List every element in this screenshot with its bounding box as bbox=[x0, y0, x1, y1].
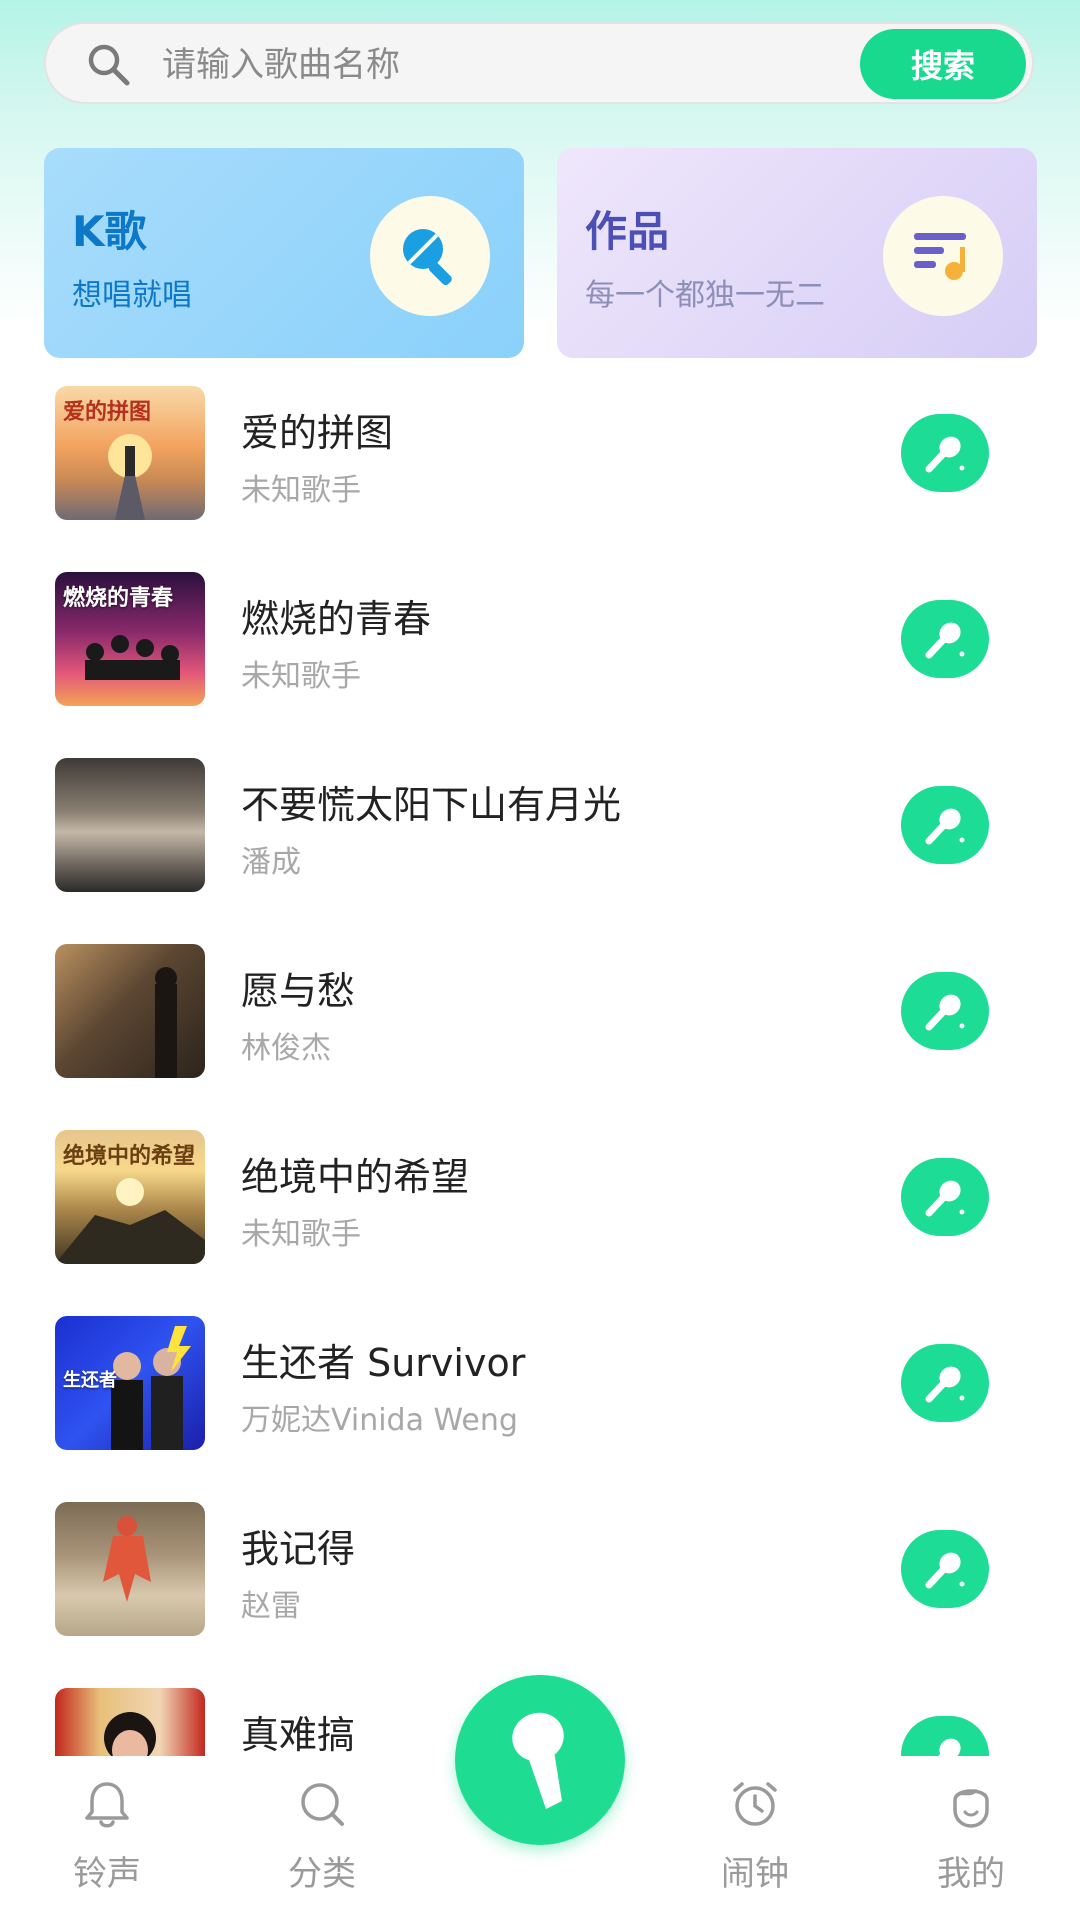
song-title: 愿与愁 bbox=[241, 969, 356, 1013]
song-artist: 未知歌手 bbox=[241, 473, 361, 508]
song-artist: 未知歌手 bbox=[241, 659, 361, 694]
song-cover bbox=[55, 1688, 205, 1756]
song-title: 绝境中的希望 bbox=[241, 1155, 470, 1199]
nav-label: 分类 bbox=[288, 1854, 356, 1894]
song-title: 我记得 bbox=[241, 1527, 356, 1571]
microphone-icon bbox=[925, 436, 965, 473]
search-bar: 搜索 bbox=[44, 22, 1034, 104]
cover-text: 爱的拼图 bbox=[63, 400, 152, 425]
microphone-icon bbox=[512, 1712, 564, 1809]
nav-label: 闹钟 bbox=[721, 1854, 789, 1894]
microphone-icon bbox=[925, 1552, 965, 1589]
song-row[interactable]: 我记得 赵雷 bbox=[0, 1496, 1080, 1682]
search-icon bbox=[301, 1783, 344, 1826]
karaoke-card-subtitle: 想唱就唱 bbox=[72, 278, 192, 313]
karaoke-card[interactable]: K歌 想唱就唱 bbox=[44, 148, 524, 358]
nav-item-mine[interactable]: 我的 bbox=[896, 1776, 1046, 1916]
nav-item-ringtone[interactable]: 铃声 bbox=[32, 1776, 182, 1916]
sing-button[interactable] bbox=[901, 786, 989, 864]
karaoke-card-title: K歌 bbox=[72, 207, 147, 256]
sing-button[interactable] bbox=[901, 1530, 989, 1608]
sing-button[interactable] bbox=[901, 1344, 989, 1422]
song-cover bbox=[55, 758, 205, 892]
song-title: 生还者 Survivor bbox=[241, 1341, 526, 1385]
bell-icon bbox=[85, 1782, 129, 1828]
song-row[interactable]: 愿与愁 林俊杰 bbox=[0, 938, 1080, 1124]
song-title: 不要慌太阳下山有月光 bbox=[241, 783, 622, 827]
song-row[interactable]: 爱的拼图 爱的拼图 未知歌手 bbox=[0, 380, 1080, 566]
search-input[interactable] bbox=[160, 34, 864, 96]
song-cover: 爱的拼图 bbox=[55, 386, 205, 520]
works-card[interactable]: 作品 每一个都独一无二 bbox=[557, 148, 1037, 358]
cover-text: 燃烧的青春 bbox=[63, 586, 174, 611]
song-cover: 绝境中的希望 bbox=[55, 1130, 205, 1264]
works-card-subtitle: 每一个都独一无二 bbox=[585, 278, 825, 313]
song-artist: 未知歌手 bbox=[241, 1217, 361, 1252]
song-artist: 林俊杰 bbox=[241, 1031, 331, 1066]
song-list: 爱的拼图 爱的拼图 未知歌手 燃烧的青春 燃烧的青春 未知歌手 不要慌太阳下山有… bbox=[0, 380, 1080, 1756]
nav-item-category[interactable]: 分类 bbox=[247, 1776, 397, 1916]
song-cover bbox=[55, 1502, 205, 1636]
sing-button[interactable] bbox=[901, 600, 989, 678]
song-row[interactable]: 燃烧的青春 燃烧的青春 未知歌手 bbox=[0, 566, 1080, 752]
karaoke-fab-button[interactable] bbox=[455, 1675, 625, 1845]
song-row[interactable]: 生还者 生还者 Survivor 万妮达Vinida Weng bbox=[0, 1310, 1080, 1496]
song-artist: 赵雷 bbox=[241, 1589, 301, 1624]
song-row[interactable]: 不要慌太阳下山有月光 潘成 bbox=[0, 752, 1080, 938]
microphone-icon bbox=[925, 1366, 965, 1403]
works-card-title: 作品 bbox=[585, 207, 670, 256]
song-title: 真难搞 bbox=[241, 1713, 356, 1756]
song-row[interactable]: 绝境中的希望 绝境中的希望 未知歌手 bbox=[0, 1124, 1080, 1310]
nav-item-alarm[interactable]: 闹钟 bbox=[680, 1776, 830, 1916]
microphone-icon bbox=[925, 808, 965, 845]
song-title: 燃烧的青春 bbox=[241, 597, 432, 641]
song-artist: 潘成 bbox=[241, 845, 301, 880]
microphone-icon bbox=[925, 994, 965, 1031]
nav-label: 我的 bbox=[937, 1854, 1005, 1894]
sing-button[interactable] bbox=[901, 414, 989, 492]
microphone-icon bbox=[925, 622, 965, 659]
song-artist: 万妮达Vinida Weng bbox=[241, 1403, 518, 1438]
profile-icon bbox=[953, 1788, 989, 1828]
cover-text: 绝境中的希望 bbox=[63, 1144, 196, 1169]
sing-button[interactable] bbox=[901, 1158, 989, 1236]
microphone-icon bbox=[370, 196, 490, 316]
microphone-icon bbox=[925, 1180, 965, 1217]
sing-button[interactable] bbox=[901, 1716, 989, 1756]
song-cover: 生还者 bbox=[55, 1316, 205, 1450]
cover-text: 生还者 bbox=[63, 1370, 117, 1391]
nav-label: 铃声 bbox=[73, 1854, 141, 1894]
search-button[interactable]: 搜索 bbox=[860, 29, 1026, 99]
music-list-icon bbox=[883, 196, 1003, 316]
alarm-clock-icon bbox=[733, 1782, 777, 1826]
microphone-icon bbox=[938, 1738, 961, 1756]
search-icon bbox=[88, 44, 130, 86]
song-title: 爱的拼图 bbox=[241, 411, 394, 455]
song-cover: 燃烧的青春 bbox=[55, 572, 205, 706]
song-cover bbox=[55, 944, 205, 1078]
sing-button[interactable] bbox=[901, 972, 989, 1050]
